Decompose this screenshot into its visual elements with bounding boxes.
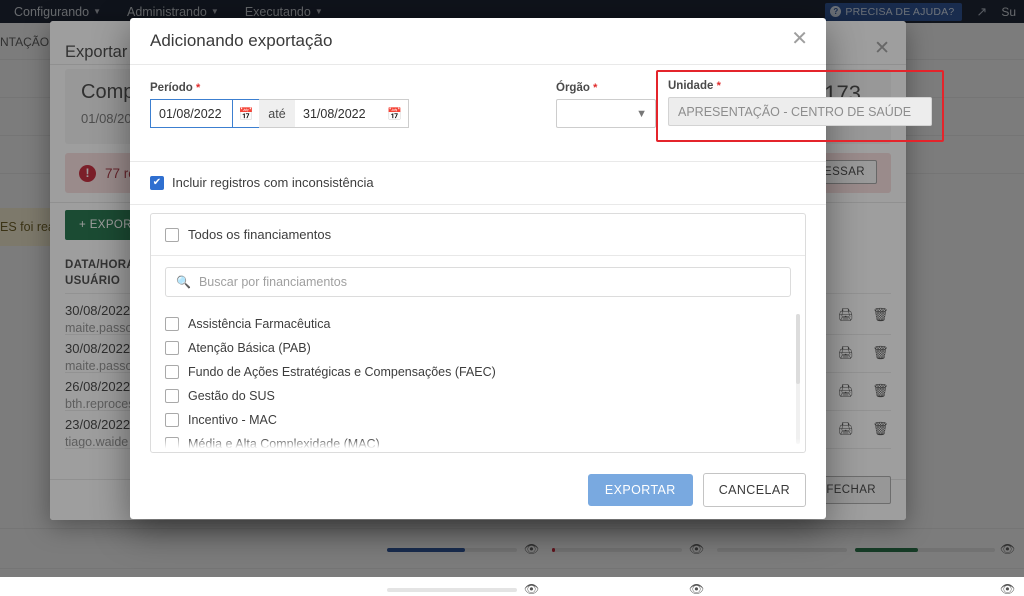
search-icon: 🔍 — [176, 275, 191, 289]
cell-user: maite.passos — [65, 321, 139, 335]
dialog-title: Adicionando exportação — [150, 31, 332, 51]
financiamento-checkbox[interactable] — [165, 413, 179, 427]
inconsistencia-label: Incluir registros com inconsistência — [172, 175, 374, 190]
financiamento-checkbox[interactable] — [165, 389, 179, 403]
eye-icon[interactable]: 👁 — [524, 582, 539, 596]
inconsistencia-checkbox-row[interactable]: ✔ Incluir registros com inconsistência — [130, 162, 826, 204]
scrollbar-thumb[interactable] — [796, 314, 800, 384]
printer-icon[interactable]: 🖨 — [838, 307, 855, 329]
column-header-usuario: USUÁRIO — [65, 275, 120, 287]
eye-icon[interactable]: 👁 — [689, 582, 704, 596]
inconsistencia-checkbox[interactable]: ✔ — [150, 176, 164, 190]
trash-icon[interactable]: 🗑 — [872, 383, 889, 405]
periodo-label: Período — [150, 82, 193, 94]
periodo-field-group: Período * 01/08/2022 📅 até 31/08/2022 📅 — [150, 82, 409, 128]
error-icon: ! — [79, 165, 96, 182]
financiamento-checkbox[interactable] — [165, 341, 179, 355]
required-marker: * — [196, 82, 200, 94]
cell-user: maite.passos — [65, 359, 139, 373]
unidade-input[interactable]: APRESENTAÇÃO - CENTRO DE SAÚDE — [668, 97, 932, 126]
todos-financiamentos-row[interactable]: Todos os financiamentos — [151, 214, 805, 255]
list-item[interactable]: Atenção Básica (PAB) — [165, 336, 791, 360]
financiamento-label: Fundo de Ações Estratégicas e Compensaçõ… — [188, 365, 496, 379]
close-icon[interactable]: ✕ — [874, 37, 890, 60]
orgao-field-group: Órgão * ▼ — [556, 82, 656, 128]
list-fade-overlay — [152, 438, 804, 452]
cancel-button[interactable]: CANCELAR — [703, 473, 806, 507]
progress-track — [387, 588, 517, 592]
dialog-footer: EXPORTAR CANCELAR — [130, 461, 826, 519]
trash-icon[interactable]: 🗑 — [872, 307, 889, 329]
chevron-down-icon: ▼ — [636, 108, 647, 120]
financiamentos-panel: Todos os financiamentos 🔍 Buscar por fin… — [150, 213, 806, 453]
cell-user: tiago.waide — [65, 435, 128, 449]
todos-financiamentos-checkbox[interactable] — [165, 228, 179, 242]
printer-icon[interactable]: 🖨 — [838, 345, 855, 367]
financiamento-label: Atenção Básica (PAB) — [188, 341, 311, 355]
list-item[interactable]: Gestão do SUS — [165, 384, 791, 408]
dialog-form-area: Período * 01/08/2022 📅 até 31/08/2022 📅 … — [130, 65, 826, 161]
financiamentos-search-input[interactable]: 🔍 Buscar por financiamentos — [165, 267, 791, 297]
list-item[interactable]: Assistência Farmacêutica — [165, 312, 791, 336]
financiamento-checkbox[interactable] — [165, 365, 179, 379]
export-button[interactable]: EXPORTAR — [588, 474, 693, 506]
unidade-label: Unidade — [668, 80, 713, 92]
financiamento-label: Assistência Farmacêutica — [188, 317, 330, 331]
orgao-label-row: Órgão * — [556, 82, 656, 94]
periodo-separator-label: até — [259, 99, 295, 128]
orgao-label: Órgão — [556, 82, 590, 94]
divider — [130, 204, 826, 205]
todos-financiamentos-label: Todos os financiamentos — [188, 227, 331, 242]
calendar-icon[interactable]: 📅 — [232, 99, 260, 128]
trash-icon[interactable]: 🗑 — [872, 345, 889, 367]
periodo-label-row: Período * — [150, 82, 409, 94]
unidade-label-row: Unidade * — [668, 80, 932, 92]
background-dialog-title: Exportar c — [65, 43, 140, 62]
periodo-end-input[interactable]: 31/08/2022 — [295, 99, 381, 128]
financiamentos-list[interactable]: Assistência Farmacêutica Atenção Básica … — [151, 306, 805, 452]
financiamento-checkbox[interactable] — [165, 317, 179, 331]
printer-icon[interactable]: 🖨 — [838, 421, 855, 443]
trash-icon[interactable]: 🗑 — [872, 421, 889, 443]
periodo-start-input[interactable]: 01/08/2022 — [150, 99, 232, 128]
list-item[interactable]: Fundo de Ações Estratégicas e Compensaçõ… — [165, 360, 791, 384]
financiamentos-search-placeholder: Buscar por financiamentos — [199, 275, 347, 289]
row-actions[interactable]: ⭳ 🖨 🗑 — [815, 307, 889, 329]
financiamentos-search-wrap: 🔍 Buscar por financiamentos — [151, 256, 805, 297]
periodo-date-group: 01/08/2022 📅 até 31/08/2022 📅 — [150, 99, 409, 128]
required-marker: * — [717, 80, 721, 92]
orgao-select[interactable]: ▼ — [556, 99, 656, 128]
financiamentos-scrollbar[interactable] — [796, 314, 800, 444]
row-actions[interactable]: ⭳ 🖨 🗑 — [815, 345, 889, 367]
add-export-dialog: Adicionando exportação ✕ Período * 01/08… — [130, 18, 826, 519]
financiamento-label: Gestão do SUS — [188, 389, 275, 403]
eye-icon[interactable]: 👁 — [1000, 582, 1015, 596]
required-marker: * — [593, 82, 597, 94]
unidade-highlight-box: Unidade * APRESENTAÇÃO - CENTRO DE SAÚDE — [656, 70, 944, 142]
printer-icon[interactable]: 🖨 — [838, 383, 855, 405]
close-icon[interactable]: ✕ — [791, 29, 808, 49]
financiamento-label: Incentivo - MAC — [188, 413, 277, 427]
row-actions[interactable]: ⭳ 🖨 🗑 — [815, 421, 889, 443]
calendar-icon[interactable]: 📅 — [381, 99, 409, 128]
row-actions[interactable]: ⭳ 🖨 🗑 — [815, 383, 889, 405]
column-header-datahora: DATA/HORA — [65, 259, 135, 271]
list-item[interactable]: Incentivo - MAC — [165, 408, 791, 432]
dialog-header: Adicionando exportação ✕ — [130, 18, 826, 64]
